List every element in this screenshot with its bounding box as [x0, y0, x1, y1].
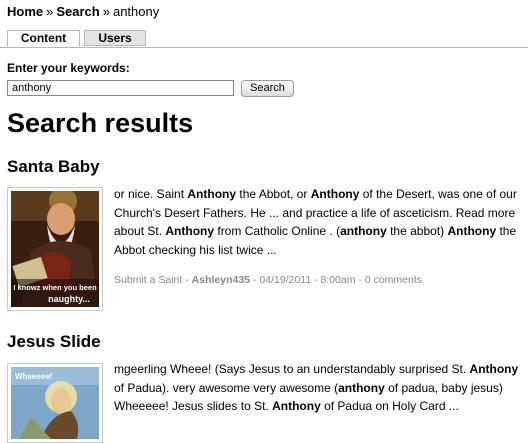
result-meta: Submit a Saint - Ashleyn435 - 04/19/2011…	[114, 274, 422, 286]
highlighted-keyword: anthony	[338, 380, 385, 395]
breadcrumb-search-link[interactable]: Search	[56, 4, 99, 19]
breadcrumb-separator: »	[46, 4, 54, 19]
highlighted-keyword: Anthony	[165, 224, 215, 238]
keywords-label: Enter your keywords:	[7, 61, 130, 75]
thumbnail-caption: naughty...	[48, 294, 90, 304]
highlighted-keyword: Anthony	[272, 399, 321, 413]
snippet-text: or nice. Saint	[114, 187, 188, 201]
thumbnail-caption: Wheeeee!	[15, 372, 52, 381]
breadcrumb-current: anthony	[112, 4, 160, 19]
highlighted-keyword: Anthony	[447, 224, 497, 238]
result-date: - 04/19/2011 - 8:00am -	[250, 274, 365, 286]
highlighted-keyword: Anthony	[310, 187, 360, 201]
breadcrumb: Home» Search» anthony	[7, 4, 159, 19]
snippet-text: mgeerling Wheee! (Says Jesus to an under…	[114, 362, 470, 376]
result-comments: 0 comments	[364, 274, 422, 286]
meta-separator: -	[182, 274, 192, 286]
result-type: Submit a Saint	[114, 274, 183, 286]
tab-users[interactable]: Users	[84, 30, 146, 46]
snippet-text: of Padua). very awesome very awesome (	[114, 380, 339, 395]
result-title-link[interactable]: Jesus Slide	[7, 332, 101, 352]
snippet-text: the Abbot, or	[236, 187, 311, 201]
search-tabs: Content Users	[0, 30, 528, 48]
saint-painting-image: I knowz when you been naughty...	[11, 191, 99, 307]
snippet-text: the abbot)	[386, 224, 448, 238]
breadcrumb-home-link[interactable]: Home	[7, 4, 43, 19]
result-snippet: or nice. Saint Anthony the Abbot, or Ant…	[114, 185, 522, 259]
snippet-text: from Catholic Online . (	[214, 224, 341, 238]
highlighted-keyword: Anthony	[469, 362, 519, 376]
tab-content[interactable]: Content	[7, 30, 80, 47]
thumbnail-caption: I knowz when you been	[13, 283, 97, 292]
highlighted-keyword: anthony	[340, 224, 387, 238]
result-thumbnail[interactable]: Wheeeee!	[7, 363, 103, 443]
page-title: Search results	[7, 108, 194, 138]
result-thumbnail[interactable]: I knowz when you been naughty...	[7, 187, 103, 311]
highlighted-keyword: Anthony	[187, 187, 237, 201]
breadcrumb-separator: »	[102, 4, 110, 19]
result-title-link[interactable]: Santa Baby	[7, 157, 100, 177]
search-button[interactable]: Search	[241, 80, 294, 97]
result-author-link[interactable]: Ashleyn435	[192, 274, 250, 286]
holy-card-image: Wheeeee!	[11, 367, 99, 439]
snippet-text: of Padua on Holy Card ...	[320, 399, 459, 413]
search-input[interactable]	[7, 80, 234, 96]
result-snippet: mgeerling Wheee! (Says Jesus to an under…	[114, 360, 522, 416]
